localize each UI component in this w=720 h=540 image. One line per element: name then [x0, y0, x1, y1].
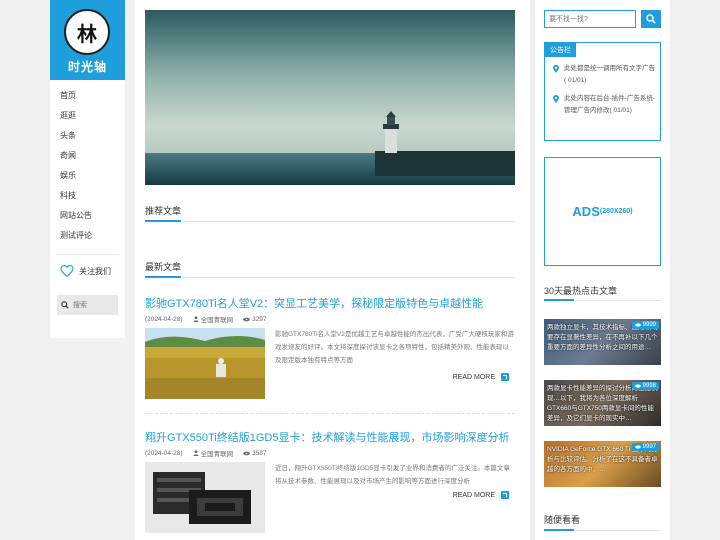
notice-title: 公告栏 [545, 43, 576, 57]
article-item: 影驰GTX780Ti名人堂V2：突显工艺美学，探秘限定版特色与卓越性能 (202… [145, 295, 515, 399]
hot-views-badge: 9999 [631, 321, 659, 329]
hot-views-badge: 9997 [631, 443, 659, 451]
article-date: (2024-04-28) [145, 315, 183, 323]
hot-views-badge: 9998 [631, 382, 659, 390]
external-link-icon [501, 491, 509, 499]
ad-placeholder[interactable]: ADS (280X260) [544, 157, 661, 266]
article-source: 全国青联网 [193, 448, 234, 458]
nav-item-oddities[interactable]: 奇闻 [50, 146, 125, 166]
latest-accent [145, 276, 181, 278]
read-more-link[interactable]: READ MORE [453, 491, 509, 499]
hot-article-card[interactable]: 两款独立显卡，其技术指标、应用领域要存在显著性差异，在不再补以下几个重要方面的差… [544, 319, 661, 365]
eye-icon [634, 445, 641, 449]
notice-board: 公告栏 此处都是统一调用所有文字广告( 01/01) 此处内容在后台-插件-广告… [544, 42, 661, 141]
article-meta: (2024-04-28) 全国青联网 3587 [145, 448, 267, 459]
hot-article-card[interactable]: NVIDIA GeForce GTX 660 Ti 显卡的分析与比较评估。分析了… [544, 441, 661, 487]
article-title-link[interactable]: 翔升GTX550Ti终结版1GD5显卡：技术解读与性能展现，市场影响深度分析 [145, 429, 515, 445]
notice-text: 此处内容在后台-插件-广告系统-管理广告内修改( 01/01) [564, 95, 655, 114]
external-link-icon [501, 373, 509, 381]
left-search-input[interactable]: 搜索 [57, 295, 118, 315]
lighthouse-seascape-image [145, 10, 515, 185]
article-source: 全国青联网 [193, 314, 234, 324]
ads-size-label: (280X260) [599, 208, 633, 215]
nav-item-announcements[interactable]: 网站公告 [50, 206, 125, 226]
nav-item-home[interactable]: 首页 [50, 86, 125, 106]
nav-item-headlines[interactable]: 头条 [50, 126, 125, 146]
left-sidebar: 林 时光轴 首页 逛逛 头条 奇闻 娱乐 科技 网站公告 测试评论 关注我们 搜… [50, 0, 125, 338]
random-section-title: 随便看看 [544, 515, 581, 525]
hot-views-count: 9998 [642, 383, 656, 389]
notice-text: 此处都是统一调用所有文字广告( 01/01) [564, 65, 655, 84]
search-icon [646, 14, 656, 24]
heart-icon [60, 265, 74, 277]
article-source-label: 全国青联网 [200, 451, 234, 458]
drive-bay-image [145, 462, 265, 533]
nav-item-test-comments[interactable]: 测试评论 [50, 226, 125, 246]
eye-icon [243, 451, 251, 455]
search-button[interactable] [641, 10, 661, 28]
left-search-placeholder: 搜索 [73, 302, 87, 309]
right-sidebar: 公告栏 此处都是统一调用所有文字广告( 01/01) 此处内容在后台-插件-广告… [535, 0, 670, 540]
nav-item-entertainment[interactable]: 娱乐 [50, 166, 125, 186]
logo-emblem: 林 [64, 9, 110, 55]
article-thumbnail[interactable] [145, 462, 265, 533]
user-icon [193, 316, 198, 322]
user-icon [193, 450, 198, 456]
nav-item-tech[interactable]: 科技 [50, 186, 125, 206]
recommend-divider [145, 221, 515, 222]
eye-icon [634, 384, 641, 388]
banner-image[interactable] [145, 10, 515, 185]
hot-section-title: 30天最热点击文章 [544, 286, 618, 296]
article-meta: (2024-04-28) 全国青联网 3297 [145, 314, 267, 325]
read-more-label: READ MORE [452, 373, 495, 381]
article-divider [145, 413, 515, 414]
site-name: 时光轴 [67, 60, 107, 74]
pin-icon [553, 95, 559, 103]
pin-icon [553, 65, 559, 73]
eye-icon [634, 323, 641, 327]
hot-article-card[interactable]: 两款显卡性能差异的探讨分析的性能表现…以下，我将为各位深度解析GTX660与GT… [544, 380, 661, 426]
article-date: (2024-04-28) [145, 449, 183, 457]
article-thumbnail[interactable] [145, 328, 265, 399]
article-title-link[interactable]: 影驰GTX780Ti名人堂V2：突显工艺美学，探秘限定版特色与卓越性能 [145, 295, 515, 311]
article-views-count: 3587 [252, 449, 267, 457]
hot-views-count: 9997 [642, 444, 656, 450]
article-summary: 近日，翔升GTX550Ti终结版1GD5显卡引发了业界和消费者的广泛关注。本篇文… [275, 465, 510, 485]
hot-views-count: 9999 [642, 322, 656, 328]
search-icon [61, 301, 69, 309]
recommend-section-title: 推荐文章 [145, 206, 182, 216]
latest-section-title: 最新文章 [145, 262, 182, 272]
follow-us-button[interactable]: 关注我们 [50, 255, 125, 287]
article-views: 3297 [243, 315, 267, 323]
follow-us-label: 关注我们 [79, 266, 111, 276]
article-views-count: 3297 [252, 315, 267, 323]
notice-item[interactable]: 此处都是统一调用所有文字广告( 01/01) [545, 63, 660, 87]
article-item: 翔升GTX550Ti终结版1GD5显卡：技术解读与性能展现，市场影响深度分析 (… [145, 429, 515, 533]
article-source-label: 全国青联网 [200, 317, 234, 324]
site-logo[interactable]: 林 时光轴 [50, 0, 125, 80]
read-more-label: READ MORE [452, 491, 495, 499]
hot-accent [544, 299, 574, 301]
eye-icon [243, 317, 251, 321]
read-more-link[interactable]: READ MORE [453, 373, 509, 381]
search-input[interactable] [544, 10, 636, 28]
notice-item[interactable]: 此处内容在后台-插件-广告系统-管理广告内修改( 01/01) [545, 93, 660, 117]
article-summary: 影驰GTX780Ti名人堂V2是优越工艺与卓越性能的杰出代表，广受广大硬核玩家和… [275, 331, 514, 364]
recommend-accent [145, 220, 181, 222]
latest-divider [145, 277, 515, 278]
article-views: 3587 [243, 449, 267, 457]
main-content: 推荐文章 最新文章 影驰GTX780Ti名人堂V2：突显工艺美学，探秘限定版特色… [135, 0, 530, 540]
hot-article-text: 两款显卡性能差异的探讨分析的性能表现…以下，我将为各位深度解析GTX660与GT… [547, 385, 658, 422]
nav-item-browse[interactable]: 逛逛 [50, 106, 125, 126]
random-accent [544, 529, 574, 531]
rice-field-image [145, 328, 265, 399]
main-nav: 首页 逛逛 头条 奇闻 娱乐 科技 网站公告 测试评论 [50, 80, 125, 246]
ads-label: ADS [572, 204, 600, 219]
